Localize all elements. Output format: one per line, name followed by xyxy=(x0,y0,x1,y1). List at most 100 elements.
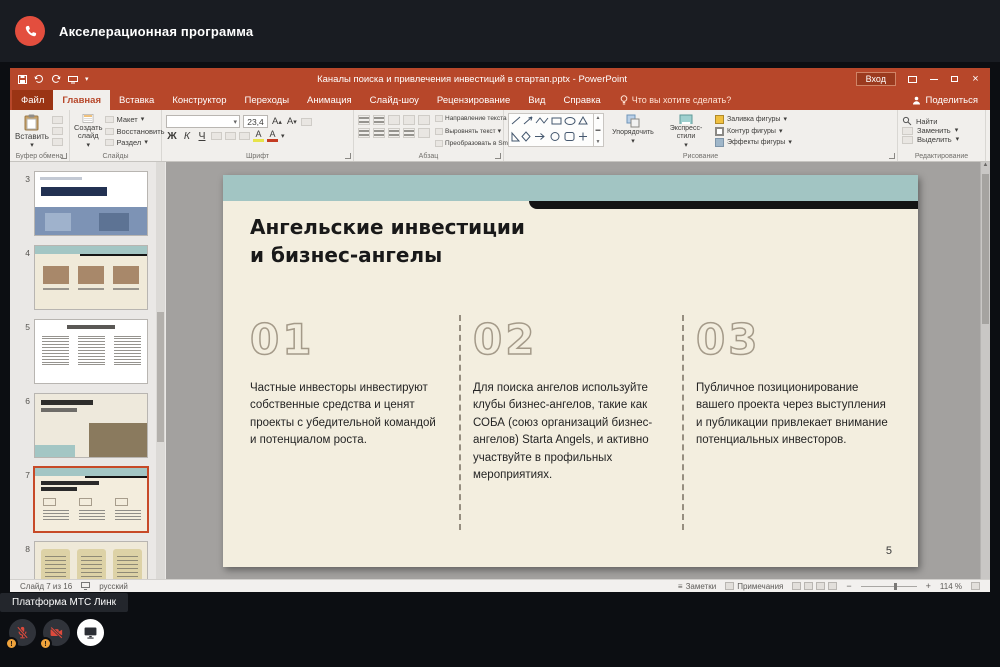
slide-7-thumbnail-selected[interactable] xyxy=(35,468,147,531)
font-size-input[interactable]: 23,4 xyxy=(243,115,268,128)
zoom-slider[interactable] xyxy=(861,586,917,587)
notes-button[interactable]: ≡Заметки xyxy=(678,582,716,591)
slide-column-1: 01 Частные инвесторы инвестируют собстве… xyxy=(250,315,447,530)
layout-button[interactable]: Макет▾ xyxy=(105,115,165,124)
reset-button[interactable]: Восстановить xyxy=(105,127,165,136)
character-spacing-icon[interactable] xyxy=(239,132,250,140)
tell-me-box[interactable]: Что вы хотите сделать? xyxy=(610,90,742,110)
cut-icon[interactable] xyxy=(52,116,63,124)
align-right-icon[interactable] xyxy=(388,128,400,138)
thumbnail-row-slide-7: 7 xyxy=(10,468,166,531)
drawing-dialog-launcher[interactable] xyxy=(889,153,895,159)
slide-5-thumbnail[interactable] xyxy=(35,320,147,383)
arrange-button[interactable]: Упорядочить ▾ xyxy=(609,113,657,149)
tab-help[interactable]: Справка xyxy=(554,90,609,110)
slide-sorter-view-icon xyxy=(804,582,813,590)
restore-icon[interactable] xyxy=(944,71,965,88)
slides-group-label: Слайды xyxy=(70,153,161,160)
zoom-in-icon[interactable]: + xyxy=(926,581,931,591)
login-button[interactable]: Вход xyxy=(856,72,896,86)
thumbnail-scrollbar[interactable] xyxy=(156,162,165,579)
font-color-icon[interactable]: А xyxy=(267,130,278,142)
increase-indent-icon[interactable] xyxy=(403,115,415,125)
shapes-scrollbar[interactable]: ▲▬▼ xyxy=(593,114,602,146)
screen-share-button[interactable] xyxy=(77,619,104,646)
close-icon[interactable]: × xyxy=(965,71,986,88)
copy-icon[interactable] xyxy=(52,127,63,135)
tab-review[interactable]: Рецензирование xyxy=(428,90,519,110)
align-left-icon[interactable] xyxy=(358,128,370,138)
select-button[interactable]: Выделить▾ xyxy=(902,135,982,144)
paste-button[interactable]: Вставить ▾ xyxy=(14,113,52,149)
slide-page-number: 5 xyxy=(886,545,892,557)
language-indicator[interactable]: русский xyxy=(99,582,128,591)
share-button[interactable]: Поделиться xyxy=(900,90,990,110)
bold-button[interactable]: Ж xyxy=(166,130,178,142)
tab-animations[interactable]: Анимация xyxy=(298,90,361,110)
shape-effects-button[interactable]: Эффекты фигуры▾ xyxy=(715,138,792,147)
find-button[interactable]: Найти xyxy=(902,116,982,126)
quick-styles-icon xyxy=(679,114,693,124)
shapes-gallery[interactable]: ▲▬▼ xyxy=(508,113,604,147)
camera-off-button[interactable]: ! xyxy=(43,619,70,646)
align-center-icon[interactable] xyxy=(373,128,385,138)
columns-icon[interactable] xyxy=(418,128,430,138)
tab-slideshow[interactable]: Слайд-шоу xyxy=(361,90,428,110)
italic-button[interactable]: К xyxy=(181,130,193,142)
font-name-select[interactable]: ▾ xyxy=(166,115,240,128)
tab-transitions[interactable]: Переходы xyxy=(235,90,298,110)
slide-8-thumbnail[interactable] xyxy=(35,542,147,579)
tab-insert[interactable]: Вставка xyxy=(110,90,163,110)
line-spacing-icon[interactable] xyxy=(418,115,430,125)
section-button[interactable]: Раздел▾ xyxy=(105,138,165,147)
current-slide[interactable]: Ангельские инвестиции и бизнес-ангелы 01… xyxy=(223,175,918,567)
shape-outline-button[interactable]: Контур фигуры▾ xyxy=(715,127,792,136)
ribbon-group-paragraph: Направление текста▾ Выровнять текст▾ Пре… xyxy=(354,110,504,161)
replace-button[interactable]: Заменить▾ xyxy=(902,126,982,135)
decrease-indent-icon[interactable] xyxy=(388,115,400,125)
new-slide-icon xyxy=(80,114,96,123)
strikethrough-icon[interactable] xyxy=(225,132,236,140)
text-shadow-icon[interactable] xyxy=(211,132,222,140)
redo-icon[interactable] xyxy=(51,74,61,84)
ppt-titlebar: ▾ Каналы поиска и привлечения инвестиций… xyxy=(10,68,990,90)
slide-6-thumbnail[interactable] xyxy=(35,394,147,457)
quick-styles-button[interactable]: Экспресс-стили ▾ xyxy=(662,113,710,149)
tab-design[interactable]: Конструктор xyxy=(163,90,235,110)
increase-font-icon[interactable]: А▴ xyxy=(271,116,283,127)
normal-view-icon xyxy=(792,582,801,590)
shape-fill-button[interactable]: Заливка фигуры▾ xyxy=(715,115,792,124)
minimize-icon[interactable] xyxy=(923,71,944,88)
undo-icon[interactable] xyxy=(34,74,44,84)
bullets-icon[interactable] xyxy=(358,115,370,125)
tab-view[interactable]: Вид xyxy=(519,90,554,110)
display-settings-icon[interactable] xyxy=(81,582,90,590)
paragraph-dialog-launcher[interactable] xyxy=(495,153,501,159)
format-painter-icon[interactable] xyxy=(52,138,63,146)
clear-formatting-icon[interactable] xyxy=(301,118,312,126)
highlight-color-icon[interactable]: А xyxy=(253,130,264,142)
start-slideshow-icon[interactable] xyxy=(68,75,78,84)
justify-icon[interactable] xyxy=(403,128,415,138)
microphone-muted-button[interactable]: ! xyxy=(9,619,36,646)
fit-slide-icon[interactable] xyxy=(971,582,980,590)
decrease-font-icon[interactable]: А▾ xyxy=(286,116,298,127)
numbering-icon[interactable] xyxy=(373,115,385,125)
canvas-scrollbar[interactable]: ▲ xyxy=(980,162,990,579)
zoom-out-icon[interactable]: − xyxy=(846,581,851,591)
slide-4-thumbnail[interactable] xyxy=(35,246,147,309)
comments-button[interactable]: Примечания xyxy=(725,582,783,591)
font-color-dropdown-icon[interactable]: ▾ xyxy=(281,133,285,140)
underline-button[interactable]: Ч xyxy=(196,130,208,142)
tab-file[interactable]: Файл xyxy=(12,90,53,110)
clipboard-dialog-launcher[interactable] xyxy=(61,153,67,159)
font-dialog-launcher[interactable] xyxy=(345,153,351,159)
ribbon-display-options-icon[interactable] xyxy=(902,71,923,88)
zoom-level[interactable]: 114 % xyxy=(940,582,962,591)
view-buttons[interactable] xyxy=(792,582,837,590)
slide-3-thumbnail[interactable] xyxy=(35,172,147,235)
new-slide-button[interactable]: Создать слайд ▾ xyxy=(74,113,103,149)
save-icon[interactable] xyxy=(18,75,27,84)
slide-number: 4 xyxy=(12,248,30,258)
tab-home[interactable]: Главная xyxy=(53,90,110,110)
